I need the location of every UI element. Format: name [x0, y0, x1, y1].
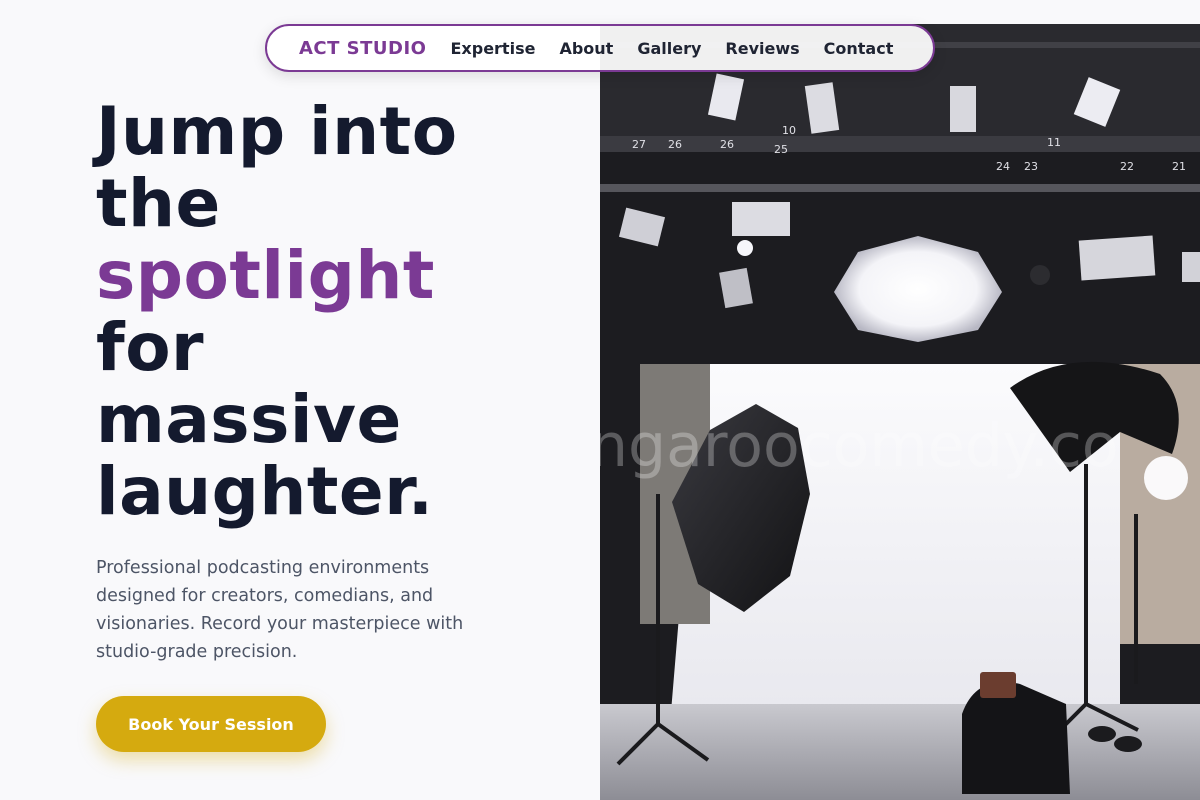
- hero-headline: Jump into the spotlight for massive laug…: [96, 96, 576, 528]
- equipment-bag: [962, 682, 1070, 794]
- nav-link-about[interactable]: About: [559, 39, 613, 58]
- rig-label: 25: [774, 143, 788, 156]
- top-nav: ACT STUDIO Expertise About Gallery Revie…: [265, 24, 935, 72]
- headline-line: laughter.: [96, 453, 434, 530]
- nav-link-contact[interactable]: Contact: [824, 39, 894, 58]
- hero-subtitle: Professional podcasting environments des…: [96, 558, 464, 662]
- rig-label: 23: [1024, 160, 1038, 173]
- rig-label: 27: [632, 138, 646, 151]
- rig-bar: [600, 136, 1200, 152]
- rig-label: 24: [996, 160, 1010, 173]
- hero-section: Jump into the spotlight for massive laug…: [96, 96, 576, 666]
- nav-link-gallery[interactable]: Gallery: [637, 39, 701, 58]
- rig-label: 11: [1047, 136, 1061, 149]
- headline-accent-word: spotlight: [96, 237, 435, 314]
- octagon-light: [834, 236, 1002, 342]
- nav-link-reviews[interactable]: Reviews: [725, 39, 799, 58]
- nav-link-expertise[interactable]: Expertise: [450, 39, 535, 58]
- headline-line: Jump into: [96, 93, 458, 170]
- rig-label: 26: [668, 138, 682, 151]
- page: 27 26 26 25 10 11 24 23 22 21 ngaroocome…: [0, 0, 1200, 800]
- book-session-button[interactable]: Book Your Session: [96, 696, 326, 752]
- rig-label: 10: [782, 124, 796, 137]
- watermark-text: ngaroocomedy.co: [600, 411, 1119, 481]
- headline-line: the: [96, 165, 221, 242]
- studio-photo: 27 26 26 25 10 11 24 23 22 21 ngaroocome…: [600, 24, 1200, 800]
- headline-line: massive: [96, 381, 402, 458]
- floor: [600, 704, 1200, 800]
- brand-logo[interactable]: ACT STUDIO: [299, 38, 426, 59]
- rig-label: 21: [1172, 160, 1186, 173]
- rig-label: 22: [1120, 160, 1134, 173]
- headline-line: for: [96, 309, 205, 386]
- rig-bar: [600, 184, 1200, 192]
- rig-label: 26: [720, 138, 734, 151]
